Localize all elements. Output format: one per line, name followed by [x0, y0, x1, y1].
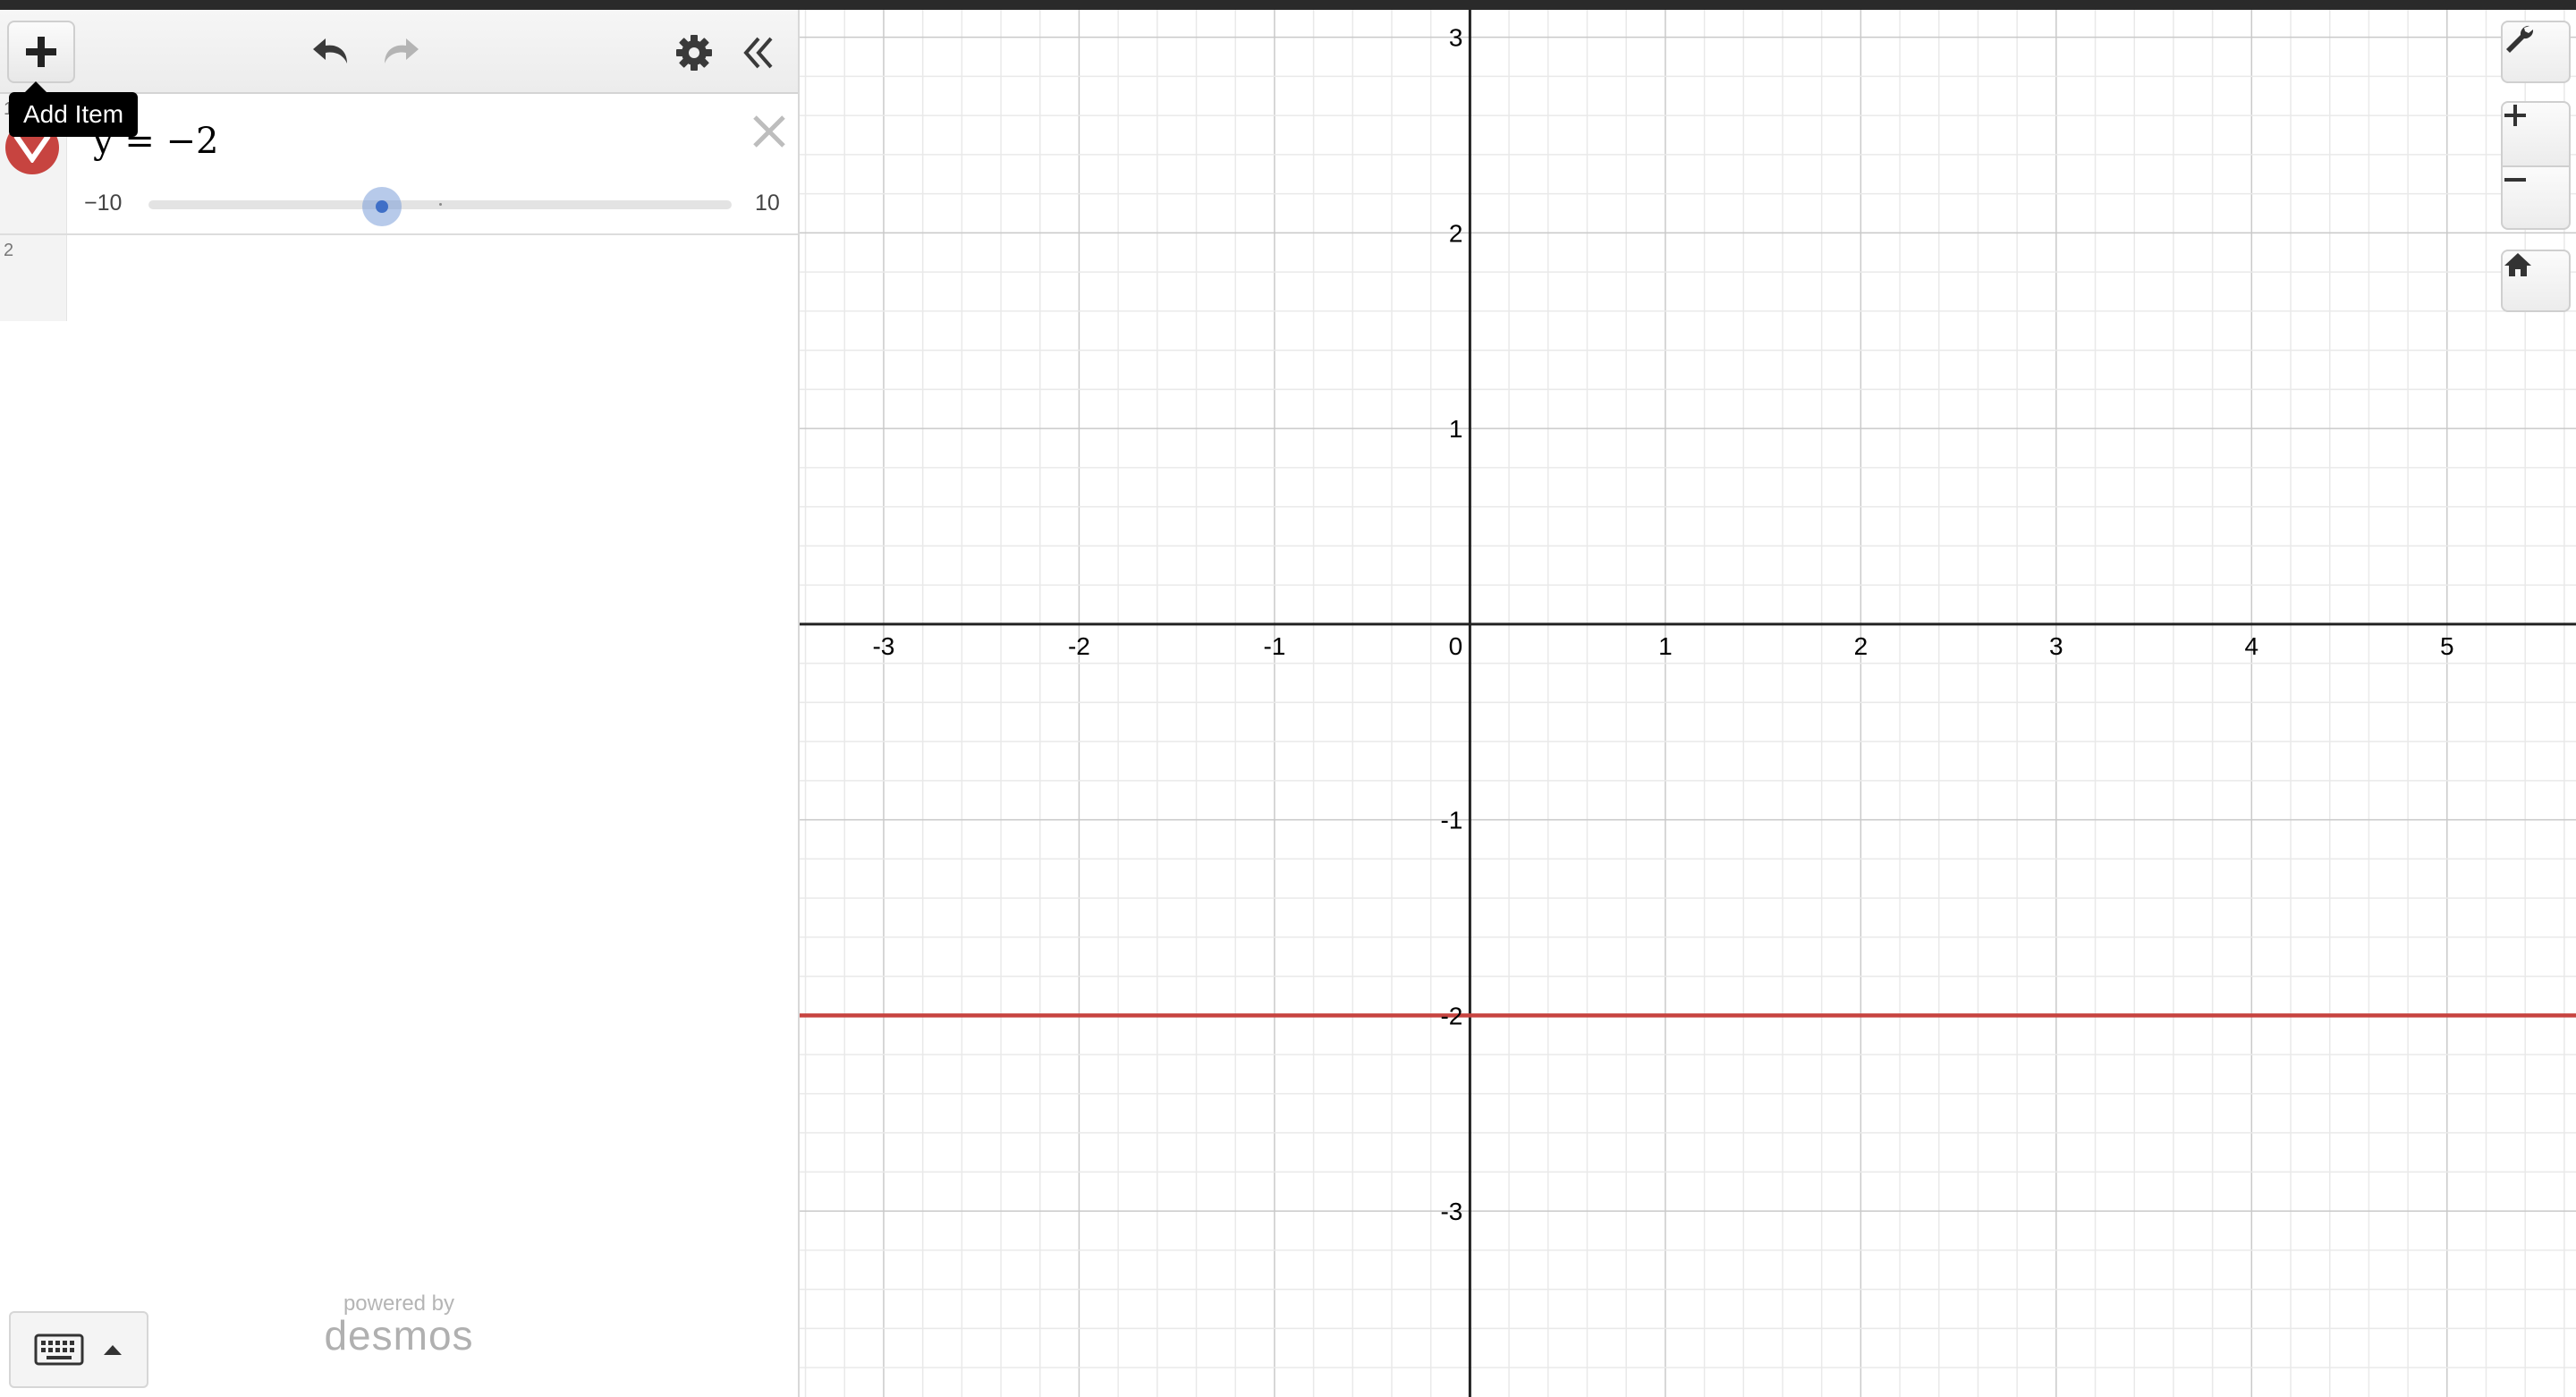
expression-index: 2: [4, 241, 14, 260]
y-tick-label: -3: [1440, 1198, 1462, 1225]
expression-item-empty[interactable]: 2: [0, 235, 798, 321]
desmos-logo: desmos: [324, 1312, 474, 1359]
x-tick-label: 4: [2245, 632, 2259, 660]
graph-paper[interactable]: -3 -2 -1 0 1 2 3 4 5 3 2 1 -1 -2 -3: [800, 10, 2576, 1397]
slider-thumb[interactable]: [361, 187, 402, 226]
add-item-tooltip: Add Item: [9, 81, 139, 137]
x-tick-label: 3: [2049, 632, 2063, 660]
graph-settings-button[interactable]: [2501, 21, 2571, 83]
collapse-panel-button[interactable]: [730, 28, 787, 78]
redo-icon: [385, 38, 419, 64]
zoom-in-icon: [2504, 105, 2526, 126]
close-icon: [753, 115, 785, 148]
redo-button[interactable]: [370, 28, 428, 78]
keyboard-toggle-button[interactable]: [9, 1311, 148, 1388]
top-border: [0, 0, 2576, 10]
x-tick-label: -2: [1068, 632, 1090, 660]
slider-max-label[interactable]: 10: [755, 190, 780, 216]
home-icon: [2504, 253, 2531, 276]
undo-icon: [313, 38, 347, 64]
undo-button[interactable]: [304, 28, 361, 78]
default-viewport-button[interactable]: [2501, 250, 2571, 312]
panel-header: [0, 10, 798, 94]
x-tick-label: -3: [872, 632, 894, 660]
graph-canvas[interactable]: -3 -2 -1 0 1 2 3 4 5 3 2 1 -1 -2 -3: [800, 10, 2576, 1397]
zoom-in-button[interactable]: [2501, 101, 2571, 167]
expression-gutter: 2: [0, 235, 67, 321]
y-tick-label: 2: [1449, 219, 1463, 247]
x-tick-label: 0: [1449, 632, 1463, 660]
x-tick-label: -1: [1263, 632, 1285, 660]
zoom-out-button[interactable]: [2501, 165, 2571, 230]
expression-panel: Add Item 1 y = −2: [0, 10, 800, 1397]
y-tick-label: -1: [1440, 807, 1462, 834]
slider-zero-tick: [439, 203, 442, 206]
y-tick-label: -2: [1440, 1002, 1462, 1029]
powered-by-desmos[interactable]: powered by desmos: [309, 1293, 488, 1359]
plus-icon: [26, 37, 56, 67]
add-item-button[interactable]: [7, 21, 75, 83]
slider-min-label[interactable]: −10: [84, 190, 122, 216]
desmos-calculator: Add Item 1 y = −2: [0, 0, 2576, 1397]
slider-thumb-core: [375, 200, 388, 213]
graph-style-icon: [13, 134, 51, 163]
keyboard-icon: [34, 1334, 84, 1366]
x-tick-label: 2: [1854, 632, 1868, 660]
x-tick-label: 5: [2440, 632, 2454, 660]
x-tick-label: 1: [1658, 632, 1673, 660]
caret-up-icon: [104, 1345, 122, 1355]
y-tick-label: 1: [1449, 415, 1463, 443]
wrench-icon: [2506, 25, 2534, 53]
zoom-out-icon: [2504, 178, 2526, 182]
double-chevron-left-icon: [743, 37, 773, 69]
y-tick-label: 3: [1449, 24, 1463, 52]
delete-expression-button[interactable]: [748, 110, 791, 153]
settings-button[interactable]: [665, 28, 723, 78]
gear-icon: [676, 35, 712, 71]
